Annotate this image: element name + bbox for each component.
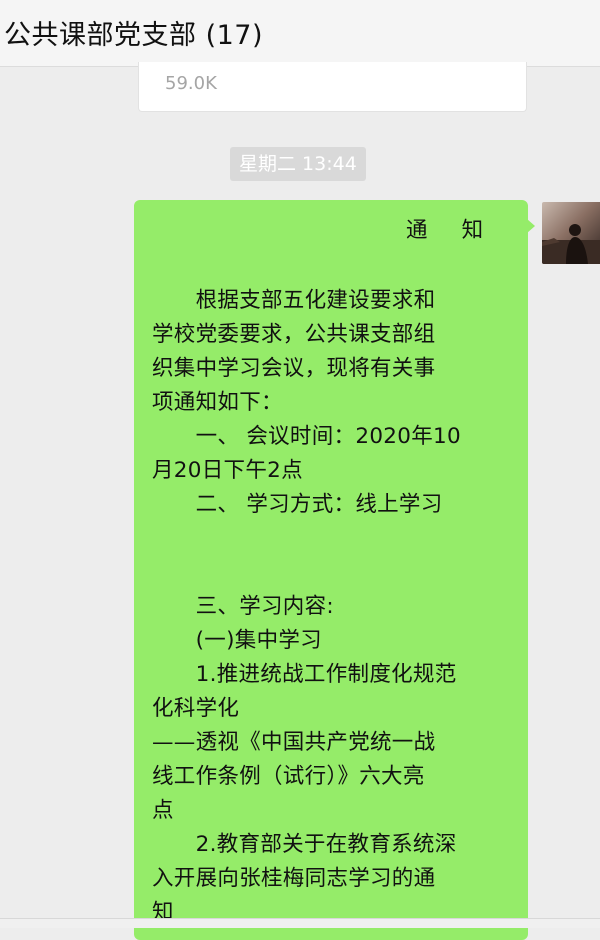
message-line: 二、 学习方式：线上学习	[152, 492, 443, 517]
message-title: 通 知	[406, 218, 484, 243]
avatar-photo-icon	[542, 202, 600, 264]
message-line: 项通知如下：	[152, 390, 283, 415]
message-line: 三、学习内容:	[152, 594, 334, 619]
message-line: 化科学化	[152, 696, 240, 721]
avatar[interactable]	[542, 202, 600, 264]
message-line: 织集中学习会议，现将有关事	[152, 356, 436, 381]
message-line: 点	[152, 798, 174, 823]
bubble-tail	[527, 219, 535, 233]
file-message-card[interactable]: 59.0K	[138, 62, 527, 112]
message-line: 学校党委要求，公共课支部组	[152, 322, 436, 347]
message-line: 根据支部五化建设要求和	[152, 288, 436, 313]
message-line: 入开展向张桂梅同志学习的通	[152, 866, 436, 891]
message-line: 线工作条例（试行）》六大亮	[152, 764, 425, 789]
message-line: 1.推进统战工作制度化规范	[152, 662, 457, 687]
chat-header: 公共课部党支部 (17)	[0, 0, 600, 67]
message-line: 月20日下午2点	[152, 458, 303, 483]
message-line: (一)集中学习	[152, 628, 322, 653]
file-size: 59.0K	[165, 73, 217, 94]
message-line: 2.教育部关于在教育系统深	[152, 832, 457, 857]
message-bubble[interactable]: 通 知 根据支部五化建设要求和 学校党委要求，公共课支部组 织集中学习会议，现将…	[134, 200, 528, 940]
chat-title[interactable]: 公共课部党支部 (17)	[4, 13, 263, 52]
timestamp-badge: 星期二 13:44	[230, 147, 366, 181]
message-line: ——透视《中国共产党统一战	[152, 730, 436, 755]
message-line: 一、 会议时间：2020年10	[152, 424, 462, 449]
